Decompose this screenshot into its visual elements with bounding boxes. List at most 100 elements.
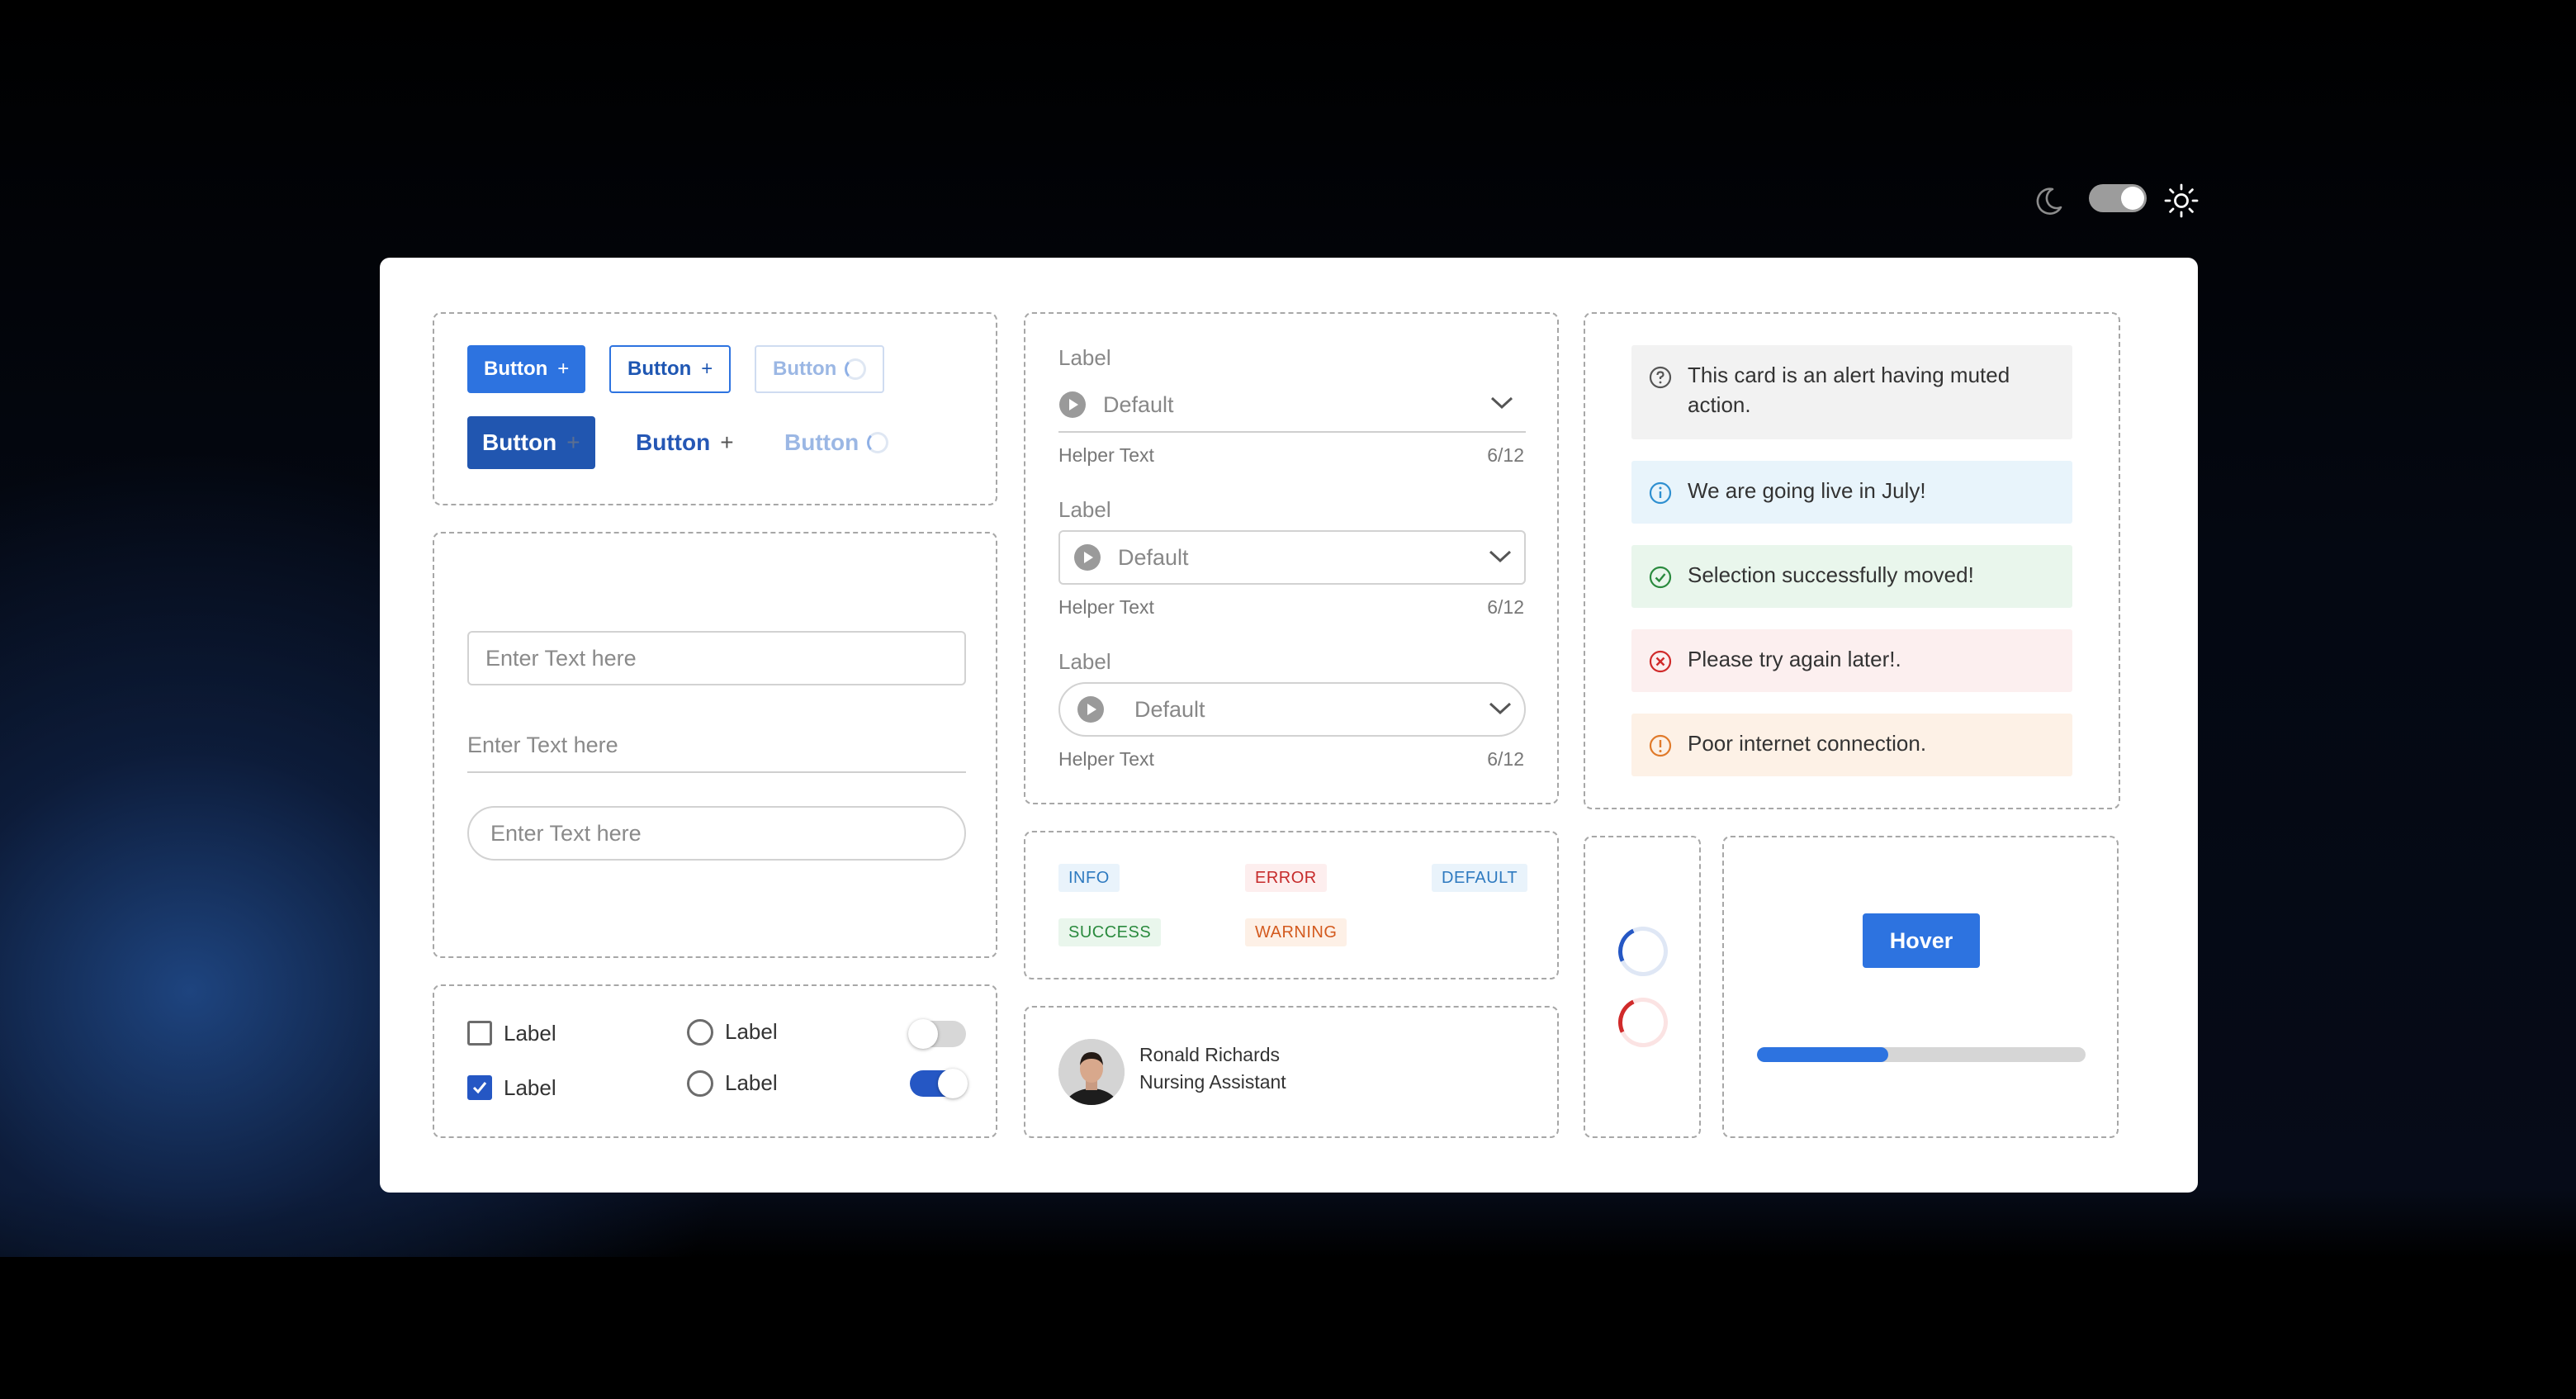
select-3-value: Default [1134,696,1205,722]
tag-success: SUCCESS [1058,918,1162,946]
text-input-boxed[interactable]: Enter Text here [467,631,966,685]
plus-icon: + [720,429,734,455]
selects-panel: Label Default Helper Text 6/12 Label Def… [1024,312,1559,804]
plus-icon: + [566,429,580,455]
primary-button[interactable]: Button + [467,345,586,393]
alert-error: Please try again later!. [1631,629,2072,692]
profile-role: Nursing Assistant [1139,1071,1286,1093]
chevron-down-icon [1490,396,1513,410]
alert-muted-text: This card is an alert having muted actio… [1688,363,2010,417]
chevron-down-icon [1489,702,1512,715]
alert-success-text: Selection successfully moved! [1688,562,1974,587]
text-input-underlined[interactable]: Enter Text here [467,718,966,773]
radio-button-1[interactable] [687,1019,713,1046]
select-3-label: Label [1058,649,1111,674]
play-icon [1077,696,1104,723]
primary-large-button[interactable]: Button + [467,416,595,469]
checkmark-icon [472,1082,487,1094]
outline-button[interactable]: Button + [609,345,732,393]
select-2-helper: Helper Text [1058,596,1154,618]
toggle-knob [938,1069,968,1098]
radio-button-2[interactable] [687,1070,713,1097]
text-input-pill-placeholder: Enter Text here [490,820,642,846]
progress-bar [1757,1047,2086,1062]
checkbox-checked[interactable] [467,1075,492,1100]
text-button-loading[interactable]: Button [769,416,903,469]
select-1-value: Default [1103,391,1174,417]
avatar [1058,1039,1125,1105]
select-1-counter: 6/12 [1487,444,1524,466]
text-input-boxed-placeholder: Enter Text here [485,645,637,671]
selection-controls-panel: Label Label Label Label [433,984,997,1138]
select-2-label: Label [1058,497,1111,522]
buttons-panel: Button + Button + Button Button + Button + B… [433,312,997,505]
theme-toggle[interactable] [2033,178,2206,221]
alert-error-text: Please try again later!. [1688,647,1901,671]
checkbox-checked-label: Label [504,1075,556,1100]
toggle-off[interactable] [908,1019,966,1049]
toggle-on[interactable] [910,1069,968,1098]
select-1-label: Label [1058,345,1111,370]
tag-info: INFO [1058,864,1120,892]
text-inputs-panel: Enter Text here Enter Text here Enter Te… [433,532,997,958]
alert-info: We are going live in July! [1631,461,2072,524]
loading-spinner-red [1611,990,1675,1055]
hover-progress-panel: Hover [1722,836,2119,1138]
tag-warning: WARNING [1245,918,1347,946]
moon-icon [2036,187,2062,215]
play-icon [1074,544,1101,571]
text-input-pill[interactable]: Enter Text here [467,806,966,861]
spinner-icon [867,432,889,453]
tags-panel: INFO ERROR DEFAULT SUCCESS WARNING [1024,831,1559,979]
x-circle-icon [1649,650,1672,673]
select-pill[interactable]: Default [1058,682,1526,737]
select-2-counter: 6/12 [1487,596,1524,618]
select-3-helper: Helper Text [1058,748,1154,770]
profile-panel: Ronald Richards Nursing Assistant [1024,1006,1559,1138]
progress-bar-fill [1757,1047,1889,1062]
component-showcase-card: Button + Button + Button Button + Button + B… [380,258,2198,1193]
radio-2-label: Label [725,1070,778,1095]
select-underline[interactable]: Default [1058,378,1526,433]
tag-error: ERROR [1245,864,1327,892]
outline-loading-label: Button [773,358,837,380]
alert-success: Selection successfully moved! [1631,545,2072,608]
checkbox-unchecked-label: Label [504,1021,556,1046]
loading-spinner-blue [1611,919,1675,984]
exclamation-circle-icon [1649,734,1672,757]
select-3-counter: 6/12 [1487,748,1524,770]
chevron-down-icon [1489,550,1512,563]
spinners-panel [1584,836,1701,1138]
alert-warning: Poor internet connection. [1631,714,2072,776]
question-circle-icon [1649,366,1672,389]
text-button-label: Button [636,429,711,455]
alerts-panel: This card is an alert having muted actio… [1584,312,2120,809]
toggle-knob [908,1019,938,1049]
profile-name: Ronald Richards [1139,1044,1281,1065]
sun-icon [2164,183,2199,218]
alert-warning-text: Poor internet connection. [1688,731,1927,756]
outline-button-loading[interactable]: Button [755,345,885,393]
select-2-value: Default [1118,544,1189,570]
radio-1-label: Label [725,1019,778,1044]
primary-button-label: Button [484,358,548,380]
outline-button-label: Button [627,358,692,380]
text-button[interactable]: Button + [621,416,749,469]
hover-button[interactable]: Hover [1863,913,1980,968]
bottom-letterbox [0,1257,2576,1399]
page-background: { "theme_toggle": { "moon_icon": "moon-i… [0,0,2576,1399]
info-circle-icon [1649,481,1672,505]
select-boxed[interactable]: Default [1058,530,1526,585]
plus-icon: + [557,358,570,380]
select-1-helper: Helper Text [1058,444,1154,466]
text-loading-label: Button [784,429,859,455]
alert-info-text: We are going live in July! [1688,478,1926,503]
play-icon [1059,391,1086,418]
tag-default: DEFAULT [1432,864,1528,892]
theme-switch-knob [2121,187,2144,210]
primary-large-label: Button [482,429,557,455]
theme-switch[interactable] [2089,184,2147,212]
avatar-image [1058,1039,1125,1105]
plus-icon: + [701,358,713,380]
checkbox-unchecked[interactable] [467,1021,492,1046]
